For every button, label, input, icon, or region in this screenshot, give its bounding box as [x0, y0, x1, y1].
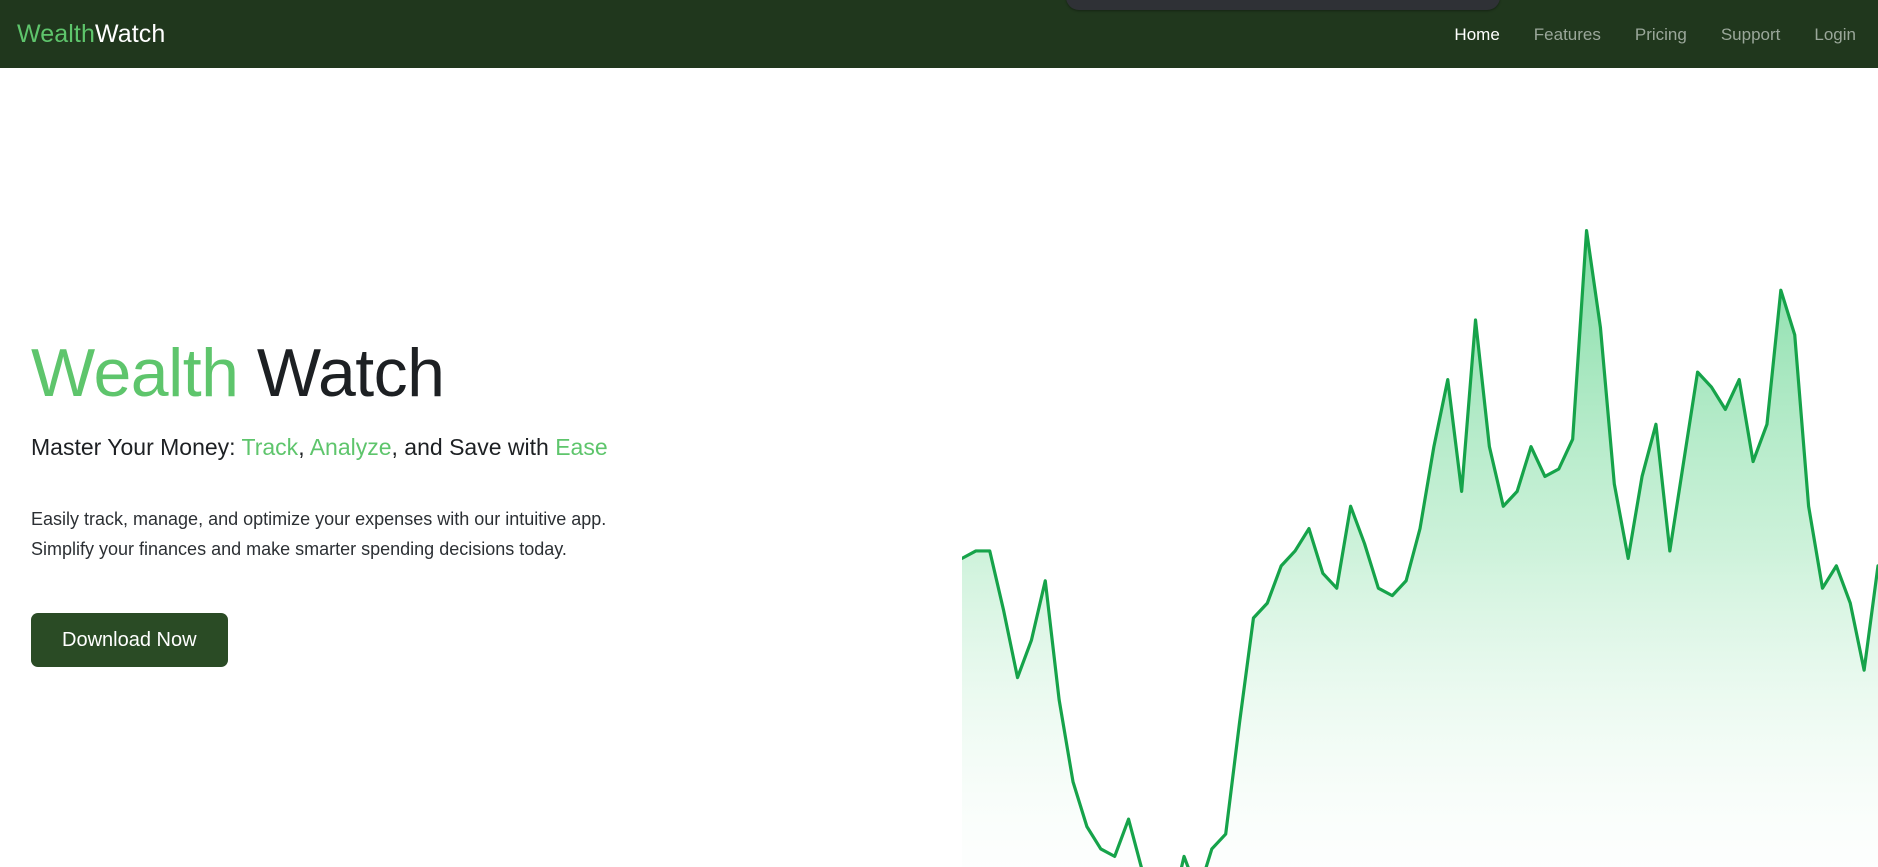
- brand-logo[interactable]: WealthWatch: [17, 20, 165, 49]
- hero-description-line1: Easily track, manage, and optimize your …: [31, 509, 607, 530]
- hero-subtitle: Master Your Money: Track, Analyze, and S…: [31, 432, 851, 463]
- page-title-rest: Watch: [238, 335, 445, 411]
- nav-link-support[interactable]: Support: [1721, 26, 1781, 43]
- site-header: WealthWatch Home Features Pricing Suppor…: [0, 0, 1878, 68]
- nav-link-home[interactable]: Home: [1454, 26, 1499, 43]
- nav-link-login[interactable]: Login: [1814, 26, 1856, 43]
- hero-subtitle-ease: Ease: [555, 434, 608, 461]
- page-title-highlight: Wealth: [31, 335, 239, 411]
- hero-content: Wealth Watch Master Your Money: Track, A…: [31, 335, 851, 667]
- hero-section: Wealth Watch Master Your Money: Track, A…: [0, 68, 1878, 867]
- chart-area-fill: [962, 230, 1878, 867]
- hero-subtitle-track: Track: [241, 434, 299, 461]
- download-now-button[interactable]: Download Now: [31, 612, 228, 667]
- top-overlay-bar: [1066, 0, 1500, 10]
- nav-link-features[interactable]: Features: [1534, 26, 1601, 43]
- hero-subtitle-part1: Master Your Money:: [31, 434, 242, 461]
- hero-area-chart: [962, 136, 1878, 867]
- hero-description: Easily track, manage, and optimize your …: [31, 505, 851, 563]
- hero-subtitle-part2: ,: [298, 434, 310, 461]
- hero-description-line2: Simplify your finances and make smarter …: [31, 538, 567, 559]
- area-chart-svg: [962, 229, 1878, 867]
- hero-subtitle-part3: , and Save with: [391, 434, 556, 461]
- nav-link-pricing[interactable]: Pricing: [1635, 26, 1687, 43]
- brand-logo-first: Wealth: [17, 19, 95, 48]
- landing-page: WealthWatch Home Features Pricing Suppor…: [0, 0, 1878, 867]
- main-navigation: Home Features Pricing Support Login: [1454, 26, 1856, 43]
- hero-subtitle-analyze: Analyze: [309, 434, 392, 461]
- brand-logo-second: Watch: [94, 19, 166, 48]
- page-title: Wealth Watch: [31, 335, 851, 411]
